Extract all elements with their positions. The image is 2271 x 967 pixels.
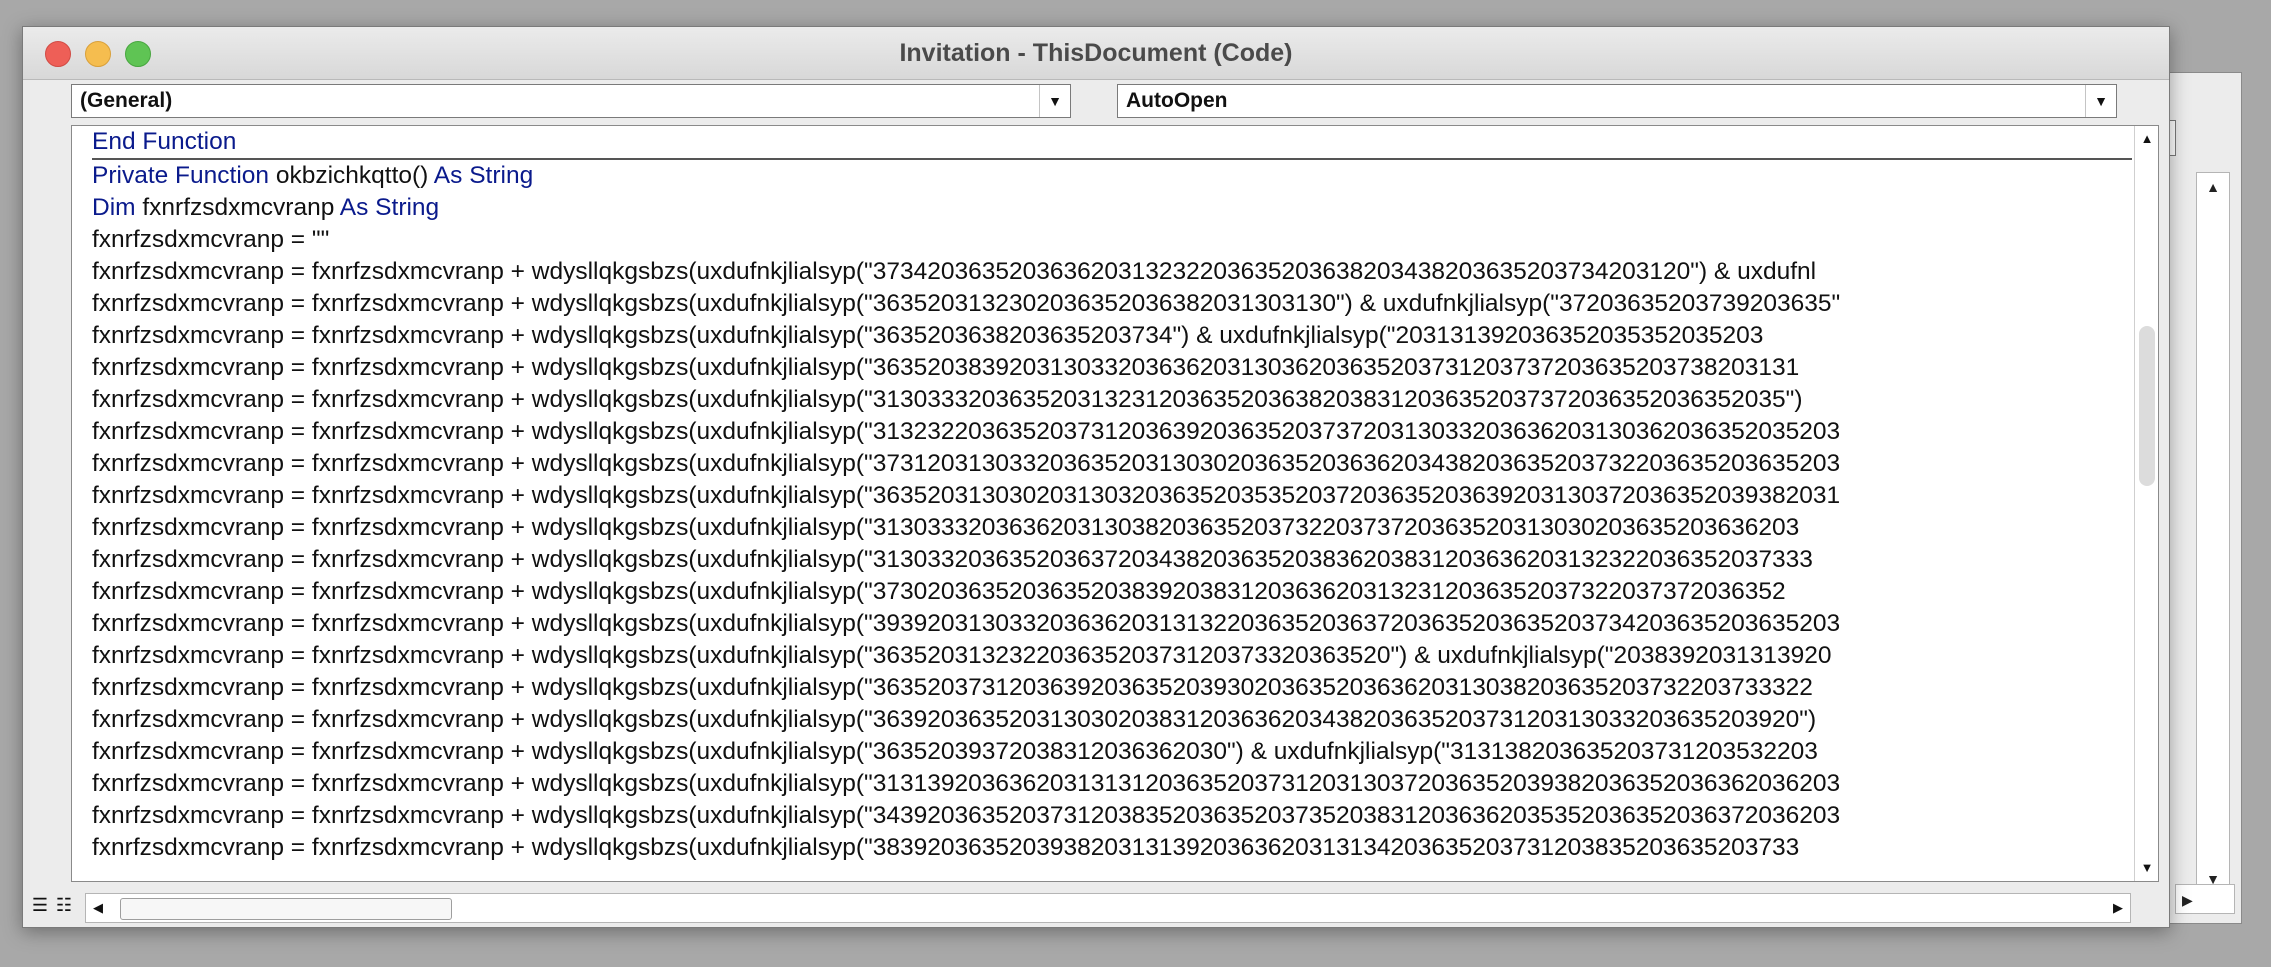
horizontal-scroll-thumb[interactable] [120,898,452,920]
code-text: fxnrfzsdxmcvranp = fxnrfzsdxmcvranp + wd… [92,642,1832,669]
code-line[interactable]: fxnrfzsdxmcvranp = fxnrfzsdxmcvranp + wd… [92,384,2132,416]
horizontal-scrollbar[interactable]: ◀ ▶ [85,893,2131,923]
vertical-scroll-thumb[interactable] [2139,326,2155,486]
code-line[interactable]: fxnrfzsdxmcvranp = fxnrfzsdxmcvranp + wd… [92,512,2132,544]
code-text: fxnrfzsdxmcvranp [135,194,340,221]
code-line[interactable]: End Function [92,126,2132,160]
code-text: fxnrfzsdxmcvranp = fxnrfzsdxmcvranp + wd… [92,450,1841,477]
code-line[interactable]: fxnrfzsdxmcvranp = "" [92,224,2132,256]
code-line[interactable]: fxnrfzsdxmcvranp = fxnrfzsdxmcvranp + wd… [92,544,2132,576]
code-lines[interactable]: End Function Private Function okbzichkqtt… [92,126,2132,881]
code-text: fxnrfzsdxmcvranp = fxnrfzsdxmcvranp + wd… [92,418,1841,445]
code-keyword: End Function [92,128,237,155]
code-text: fxnrfzsdxmcvranp = fxnrfzsdxmcvranp + wd… [92,738,1818,765]
procedure-dropdown[interactable]: AutoOpen ▼ [1117,84,2117,118]
code-line[interactable]: fxnrfzsdxmcvranp = fxnrfzsdxmcvranp + wd… [92,576,2132,608]
bottom-bar: ☰ ☷ ◀ ▶ [23,887,2169,927]
code-keyword: Dim [92,194,136,221]
window-title: Invitation - ThisDocument (Code) [899,39,1293,67]
code-text: fxnrfzsdxmcvranp = fxnrfzsdxmcvranp + wd… [92,482,1841,509]
code-line[interactable]: fxnrfzsdxmcvranp = fxnrfzsdxmcvranp + wd… [92,480,2132,512]
chevron-down-icon[interactable]: ▼ [1039,85,1070,117]
vertical-scrollbar[interactable]: ▲ ▼ [2134,126,2158,881]
chevron-down-icon[interactable]: ▼ [2085,85,2116,117]
code-text: fxnrfzsdxmcvranp = "" [92,226,330,253]
code-text: fxnrfzsdxmcvranp = fxnrfzsdxmcvranp + wd… [92,386,1803,413]
code-window: Invitation - ThisDocument (Code) (Genera… [22,26,2170,928]
code-line[interactable]: fxnrfzsdxmcvranp = fxnrfzsdxmcvranp + wd… [92,608,2132,640]
code-line[interactable]: fxnrfzsdxmcvranp = fxnrfzsdxmcvranp + wd… [92,288,2132,320]
code-editor[interactable]: End Function Private Function okbzichkqtt… [71,125,2159,882]
code-line[interactable]: fxnrfzsdxmcvranp = fxnrfzsdxmcvranp + wd… [92,448,2132,480]
code-line[interactable]: fxnrfzsdxmcvranp = fxnrfzsdxmcvranp + wd… [92,256,2132,288]
code-line[interactable]: fxnrfzsdxmcvranp = fxnrfzsdxmcvranp + wd… [92,640,2132,672]
code-text: fxnrfzsdxmcvranp = fxnrfzsdxmcvranp + wd… [92,546,1813,573]
code-text: fxnrfzsdxmcvranp = fxnrfzsdxmcvranp + wd… [92,514,1800,541]
code-line[interactable]: fxnrfzsdxmcvranp = fxnrfzsdxmcvranp + wd… [92,704,2132,736]
scroll-left-icon[interactable]: ◀ [86,894,110,922]
code-line[interactable]: fxnrfzsdxmcvranp = fxnrfzsdxmcvranp + wd… [92,320,2132,352]
code-text: okbzichkqtto() [269,162,434,189]
object-dropdown[interactable]: (General) ▼ [71,84,1071,118]
object-dropdown-value: (General) [80,89,173,112]
code-text: fxnrfzsdxmcvranp = fxnrfzsdxmcvranp + wd… [92,674,1813,701]
procedure-view-icon[interactable]: ☰ [29,893,51,917]
code-line[interactable]: Private Function okbzichkqtto() As Strin… [92,160,2132,192]
code-line[interactable]: fxnrfzsdxmcvranp = fxnrfzsdxmcvranp + wd… [92,832,2132,864]
code-line[interactable]: fxnrfzsdxmcvranp = fxnrfzsdxmcvranp + wd… [92,736,2132,768]
code-line[interactable]: Dim fxnrfzsdxmcvranp As String [92,192,2132,224]
code-line[interactable]: fxnrfzsdxmcvranp = fxnrfzsdxmcvranp + wd… [92,352,2132,384]
scroll-up-icon[interactable]: ▲ [2135,126,2158,152]
title-bar[interactable]: Invitation - ThisDocument (Code) [23,27,2169,80]
code-keyword: As String [433,162,534,189]
code-text: fxnrfzsdxmcvranp = fxnrfzsdxmcvranp + wd… [92,290,1841,317]
code-text: fxnrfzsdxmcvranp = fxnrfzsdxmcvranp + wd… [92,322,1764,349]
code-text: fxnrfzsdxmcvranp = fxnrfzsdxmcvranp + wd… [92,706,1817,733]
code-line[interactable]: fxnrfzsdxmcvranp = fxnrfzsdxmcvranp + wd… [92,416,2132,448]
code-text: fxnrfzsdxmcvranp = fxnrfzsdxmcvranp + wd… [92,258,1817,285]
code-text: fxnrfzsdxmcvranp = fxnrfzsdxmcvranp + wd… [92,578,1786,605]
scroll-down-icon[interactable]: ▼ [2135,855,2158,881]
code-text: fxnrfzsdxmcvranp = fxnrfzsdxmcvranp + wd… [92,610,1841,637]
code-line[interactable]: fxnrfzsdxmcvranp = fxnrfzsdxmcvranp + wd… [92,800,2132,832]
code-keyword: Private Function [92,162,270,189]
code-text: fxnrfzsdxmcvranp = fxnrfzsdxmcvranp + wd… [92,354,1800,381]
code-line[interactable]: fxnrfzsdxmcvranp = fxnrfzsdxmcvranp + wd… [92,768,2132,800]
code-text: fxnrfzsdxmcvranp = fxnrfzsdxmcvranp + wd… [92,834,1800,861]
background-scroll-up-icon[interactable]: ▲ [2197,173,2229,201]
background-scroll-right-icon[interactable]: ▶ [2175,884,2235,914]
procedure-dropdown-value: AutoOpen [1126,89,1228,112]
background-vertical-scrollbar[interactable]: ▲ ▼ [2196,172,2230,894]
code-text: fxnrfzsdxmcvranp = fxnrfzsdxmcvranp + wd… [92,770,1841,797]
full-module-view-icon[interactable]: ☷ [53,893,75,917]
code-keyword: As String [339,194,440,221]
scroll-right-icon[interactable]: ▶ [2106,894,2130,922]
code-text: fxnrfzsdxmcvranp = fxnrfzsdxmcvranp + wd… [92,802,1841,829]
code-line[interactable]: fxnrfzsdxmcvranp = fxnrfzsdxmcvranp + wd… [92,672,2132,704]
